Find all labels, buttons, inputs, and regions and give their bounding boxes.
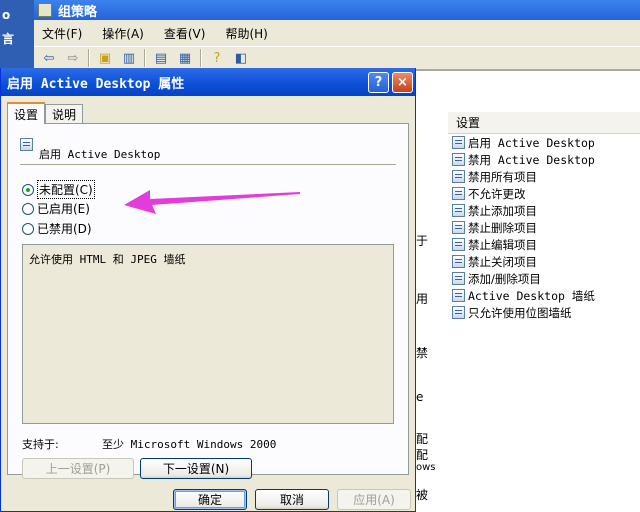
settings-list-item[interactable]: 不允许更改 [448, 185, 640, 202]
settings-list-item[interactable]: 禁用所有项目 [448, 168, 640, 185]
settings-list-item-label: 禁止添加项目 [468, 203, 537, 218]
toolbar-separator [200, 49, 202, 67]
settings-column-header[interactable]: 设置 [448, 112, 640, 134]
group-policy-title: 组策略 [58, 4, 98, 20]
settings-list-item-label: 禁用所有项目 [468, 169, 537, 184]
forward-arrow-icon[interactable]: ⇨ [64, 49, 82, 67]
cancel-button[interactable]: 取消 [255, 489, 329, 510]
policy-setting-icon [452, 187, 465, 200]
export-icon[interactable]: ▤ [152, 49, 170, 67]
properties-dialog: 启用 Active Desktop 属性 ? × 设置 说明 启用 Active… [0, 68, 416, 512]
radio-not-configured[interactable]: 未配置(C) [22, 180, 95, 199]
fragment-text: e [416, 390, 424, 404]
settings-list-item-label: 不允许更改 [468, 186, 526, 201]
help-button[interactable]: ? [368, 72, 389, 93]
help-icon[interactable]: ? [208, 49, 226, 67]
settings-list-item-label: 启用 Active Desktop [468, 135, 595, 150]
radio-enabled[interactable]: 已启用(E) [22, 200, 90, 217]
radio-not-configured-circle[interactable] [22, 183, 34, 196]
settings-list-item[interactable]: 只允许使用位图墙纸 [448, 304, 640, 321]
console-icon[interactable]: ◧ [232, 49, 250, 67]
menu-bar: 文件(F) 操作(A) 查看(V) 帮助(H) [34, 20, 640, 46]
settings-list-item-label: 禁用 Active Desktop [468, 152, 595, 167]
header-divider [20, 164, 396, 165]
fragment-text: 配 [416, 448, 429, 462]
settings-list-item-label: 禁止关闭项目 [468, 254, 537, 269]
settings-list: 设置 启用 Active Desktop 禁用 Active Desktop 禁用所… [448, 112, 640, 512]
policy-setting-icon [452, 255, 465, 268]
policy-setting-icon [452, 289, 465, 302]
fragment-text: 配 [416, 432, 429, 446]
apply-button[interactable]: 应用(A) [337, 489, 411, 510]
up-folder-icon[interactable]: ▣ [96, 49, 114, 67]
supported-on: 支持于: 至少 Microsoft Windows 2000 [22, 436, 276, 452]
settings-list-item[interactable]: Active Desktop 墙纸 [448, 287, 640, 304]
settings-list-item[interactable]: 禁止关闭项目 [448, 253, 640, 270]
close-button[interactable]: × [392, 72, 413, 93]
policy-name: 启用 Active Desktop [39, 148, 161, 161]
back-arrow-icon[interactable]: ⇦ [40, 49, 58, 67]
ok-button[interactable]: 确定 [173, 489, 247, 510]
group-policy-title-bar: 组策略 [34, 0, 640, 20]
toolbar-separator [88, 49, 90, 67]
policy-setting-icon [452, 272, 465, 285]
fragment-text: 于 [416, 234, 429, 248]
menu-view[interactable]: 查看(V) [164, 25, 206, 42]
settings-list-item[interactable]: 禁止编辑项目 [448, 236, 640, 253]
policy-setting-icon [452, 153, 465, 166]
radio-enabled-circle[interactable] [22, 202, 34, 215]
settings-list-item[interactable]: 禁止添加项目 [448, 202, 640, 219]
description-pane-fragment: 于 用 禁 e 配 配 ows 被 [414, 112, 448, 512]
description-text: 允许使用 HTML 和 JPEG 墙纸 [29, 253, 186, 266]
settings-list-item-label: 添加/删除项目 [468, 271, 541, 286]
properties-icon[interactable]: ▦ [176, 49, 194, 67]
settings-list-item[interactable]: 启用 Active Desktop [448, 134, 640, 151]
next-setting-button[interactable]: 下一设置(N) [140, 458, 252, 479]
dialog-title-bar[interactable]: 启用 Active Desktop 属性 ? × [1, 68, 415, 96]
fragment-text: 用 [416, 292, 429, 306]
settings-list-item[interactable]: 禁止删除项目 [448, 219, 640, 236]
policy-setting-icon [452, 204, 465, 217]
show-hide-tree-icon[interactable]: ▥ [120, 49, 138, 67]
settings-rows: 启用 Active Desktop 禁用 Active Desktop 禁用所有项目… [448, 134, 640, 321]
settings-list-item-label: 只允许使用位图墙纸 [468, 305, 572, 320]
menu-action[interactable]: 操作(A) [102, 25, 144, 42]
left-fragment: 言 [2, 32, 15, 46]
menu-file[interactable]: 文件(F) [42, 25, 82, 42]
settings-list-item-label: 禁止删除项目 [468, 220, 537, 235]
fragment-text: ows [416, 462, 436, 473]
left-fragment: o [2, 8, 11, 22]
toolbar: ⇦ ⇨ ▣ ▥ ▤ ▦ ? ◧ [34, 46, 640, 70]
settings-list-item[interactable]: 禁用 Active Desktop [448, 151, 640, 168]
settings-list-item[interactable]: 添加/删除项目 [448, 270, 640, 287]
supported-value: 至少 Microsoft Windows 2000 [102, 438, 277, 451]
radio-disabled-label[interactable]: 已禁用(D) [37, 220, 92, 237]
radio-enabled-label[interactable]: 已启用(E) [37, 200, 90, 217]
policy-setting-icon [452, 136, 465, 149]
radio-not-configured-label[interactable]: 未配置(C) [37, 180, 95, 199]
settings-list-item-label: Active Desktop 墙纸 [468, 288, 595, 303]
policy-setting-icon [452, 238, 465, 251]
group-policy-app-icon [38, 3, 52, 17]
settings-tab-panel: 启用 Active Desktop 未配置(C) 已启用(E) 已禁用(D) 允… [7, 123, 409, 479]
menu-help[interactable]: 帮助(H) [225, 25, 267, 42]
policy-header: 启用 Active Desktop [20, 132, 160, 162]
dialog-title: 启用 Active Desktop 属性 [7, 76, 185, 92]
supported-label: 支持于: [22, 438, 59, 451]
policy-setting-icon [452, 221, 465, 234]
fragment-text: 禁 [416, 346, 429, 360]
radio-disabled-circle[interactable] [22, 222, 34, 235]
dialog-tabs: 设置 说明 [7, 102, 84, 124]
radio-disabled[interactable]: 已禁用(D) [22, 220, 92, 237]
policy-setting-icon [452, 306, 465, 319]
description-box: 允许使用 HTML 和 JPEG 墙纸 [22, 244, 394, 424]
fragment-text: 被 [416, 488, 429, 502]
toolbar-separator [144, 49, 146, 67]
policy-setting-icon [20, 138, 33, 151]
tab-explain[interactable]: 说明 [45, 104, 84, 124]
tab-settings[interactable]: 设置 [7, 102, 46, 124]
previous-setting-button[interactable]: 上一设置(P) [22, 458, 134, 479]
policy-setting-icon [452, 170, 465, 183]
settings-list-item-label: 禁止编辑项目 [468, 237, 537, 252]
